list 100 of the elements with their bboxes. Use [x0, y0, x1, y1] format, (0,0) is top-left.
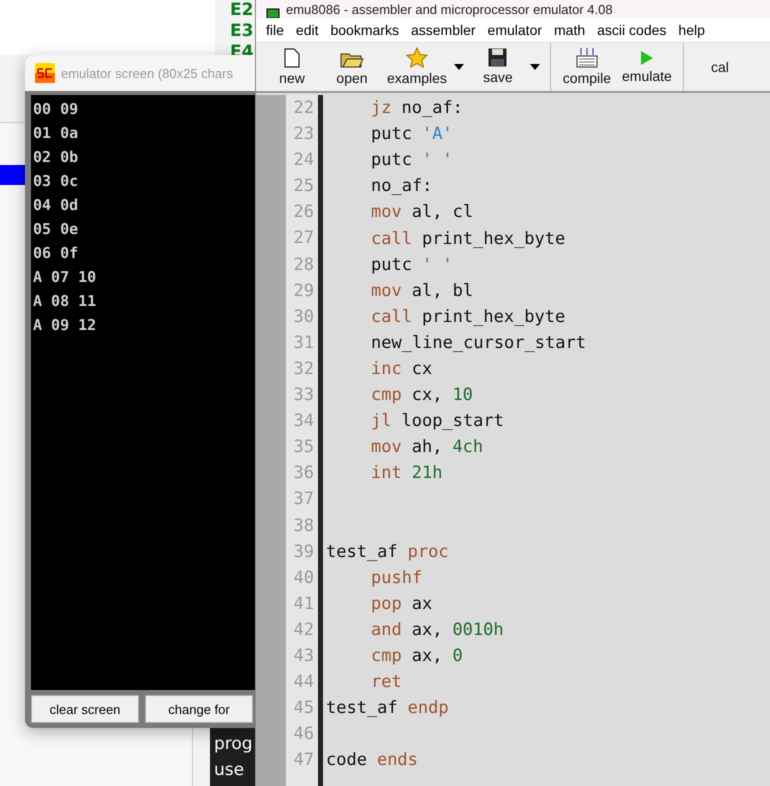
code-token: new_line_cursor_start	[371, 332, 586, 353]
line-number: 23	[292, 123, 315, 146]
line-number: 32	[292, 358, 315, 381]
console-line: 04 0d	[33, 195, 80, 216]
line-number: 22	[292, 97, 315, 120]
menu-item[interactable]: file	[260, 22, 290, 38]
console-line: 05 0e	[33, 219, 80, 240]
toolbar-button[interactable]: open	[322, 43, 382, 91]
code-token: inc	[371, 358, 402, 379]
code-token: jz	[371, 98, 392, 118]
menu-item[interactable]: ascii codes	[591, 22, 672, 38]
line-number: 33	[292, 384, 315, 408]
line-number: 25	[292, 175, 315, 198]
line-number: 30	[292, 306, 315, 329]
code-token: 0010h	[452, 620, 504, 640]
code-token: ret	[371, 672, 402, 692]
code-token: ' '	[422, 150, 453, 170]
code-token: cmp	[371, 646, 402, 666]
code-token: cmp	[371, 385, 402, 406]
code-token: loop_start	[401, 411, 504, 432]
code-token: call	[371, 228, 412, 249]
code-token: no_af:	[371, 176, 432, 196]
play-icon	[640, 50, 654, 66]
code-token: ends	[376, 750, 418, 770]
register-label: E3	[230, 21, 254, 42]
line-number: 37	[292, 488, 315, 512]
line-number: 42	[292, 618, 315, 642]
line-number: 34	[292, 410, 315, 434]
window-title: emu8086 - assembler and microprocessor emulator 4.08	[286, 2, 613, 18]
document-icon	[284, 48, 300, 68]
code-token: al, bl	[412, 280, 474, 301]
code-token: print_hex_byte	[422, 228, 566, 249]
code-token: test_af	[326, 542, 398, 562]
console-line: A 08 11	[33, 291, 98, 312]
star-icon	[406, 47, 428, 68]
code-token: code	[326, 750, 367, 770]
menu-item[interactable]: bookmarks	[324, 22, 405, 38]
code-token: endp	[408, 698, 449, 718]
line-number: 29	[292, 280, 315, 303]
line-number: 28	[292, 254, 315, 277]
line-number: 47	[292, 749, 315, 772]
code-token: 'A'	[422, 124, 453, 144]
code-token: pushf	[371, 568, 422, 588]
code-token: 10	[452, 385, 473, 406]
code-token: ah,	[412, 437, 442, 458]
code-token: jl	[371, 411, 392, 432]
panel-text: prog	[214, 733, 254, 756]
code-token: proc	[408, 542, 449, 562]
code-token: putc	[371, 254, 412, 275]
console-line: 06 0f	[33, 243, 80, 264]
code-token: mov	[371, 437, 402, 458]
caret-icon[interactable]	[454, 64, 464, 70]
code-token: int	[371, 463, 402, 484]
code-token: pop	[371, 594, 402, 614]
code-token: no_af:	[401, 98, 463, 118]
screen-button[interactable]: clear screen	[31, 695, 139, 723]
toolbar-button[interactable]: emulate	[616, 43, 677, 91]
toolbar-button[interactable]: examples	[382, 43, 468, 91]
line-number: 40	[292, 566, 315, 590]
toolbar-button[interactable]: cal	[682, 43, 750, 91]
menu-item[interactable]: help	[672, 22, 711, 38]
console-line: A 07 10	[33, 267, 98, 288]
menu-item[interactable]: assembler	[404, 22, 482, 38]
code-token: mov	[371, 202, 402, 222]
code-token: print_hex_byte	[422, 306, 566, 327]
toolbar-button[interactable]: save	[468, 43, 544, 91]
code-token: ' '	[422, 254, 453, 275]
code-token: ax,	[412, 620, 442, 640]
line-number: 31	[292, 332, 315, 355]
line-number: 26	[292, 201, 315, 224]
menu-item[interactable]: emulator	[482, 22, 548, 38]
line-number: 46	[292, 723, 315, 746]
code-token: 4ch	[452, 437, 484, 458]
toolbar-button[interactable]: compile	[550, 43, 617, 91]
line-number: 24	[292, 149, 315, 172]
app-logo-icon	[35, 63, 55, 83]
code-token: call	[371, 306, 412, 327]
window-title: emulator screen (80x25 chars	[61, 66, 233, 80]
line-number: 39	[292, 540, 315, 564]
toolbar-button[interactable]: new	[262, 43, 322, 91]
code-token: test_af	[326, 698, 398, 718]
code-token: mov	[371, 280, 402, 301]
caret-icon[interactable]	[530, 64, 540, 70]
menu-item[interactable]: math	[548, 22, 592, 38]
screen-button[interactable]: change for	[145, 695, 253, 723]
line-number: 36	[292, 462, 315, 486]
code-token: cx	[412, 358, 432, 379]
code-token: and	[371, 620, 402, 640]
register-label: E2	[230, 0, 254, 21]
code-token: putc	[371, 124, 412, 144]
code-token: 21h	[412, 463, 442, 484]
line-number: 44	[292, 671, 315, 694]
menu-item[interactable]: edit	[290, 22, 324, 38]
line-number: 27	[292, 227, 315, 250]
console-line: 01 0a	[33, 123, 80, 144]
console-line: 03 0c	[33, 171, 80, 192]
line-number: 35	[292, 436, 315, 460]
code-token: 0	[452, 646, 463, 666]
line-number: 43	[292, 644, 315, 668]
console-line: A 09 12	[33, 315, 98, 336]
